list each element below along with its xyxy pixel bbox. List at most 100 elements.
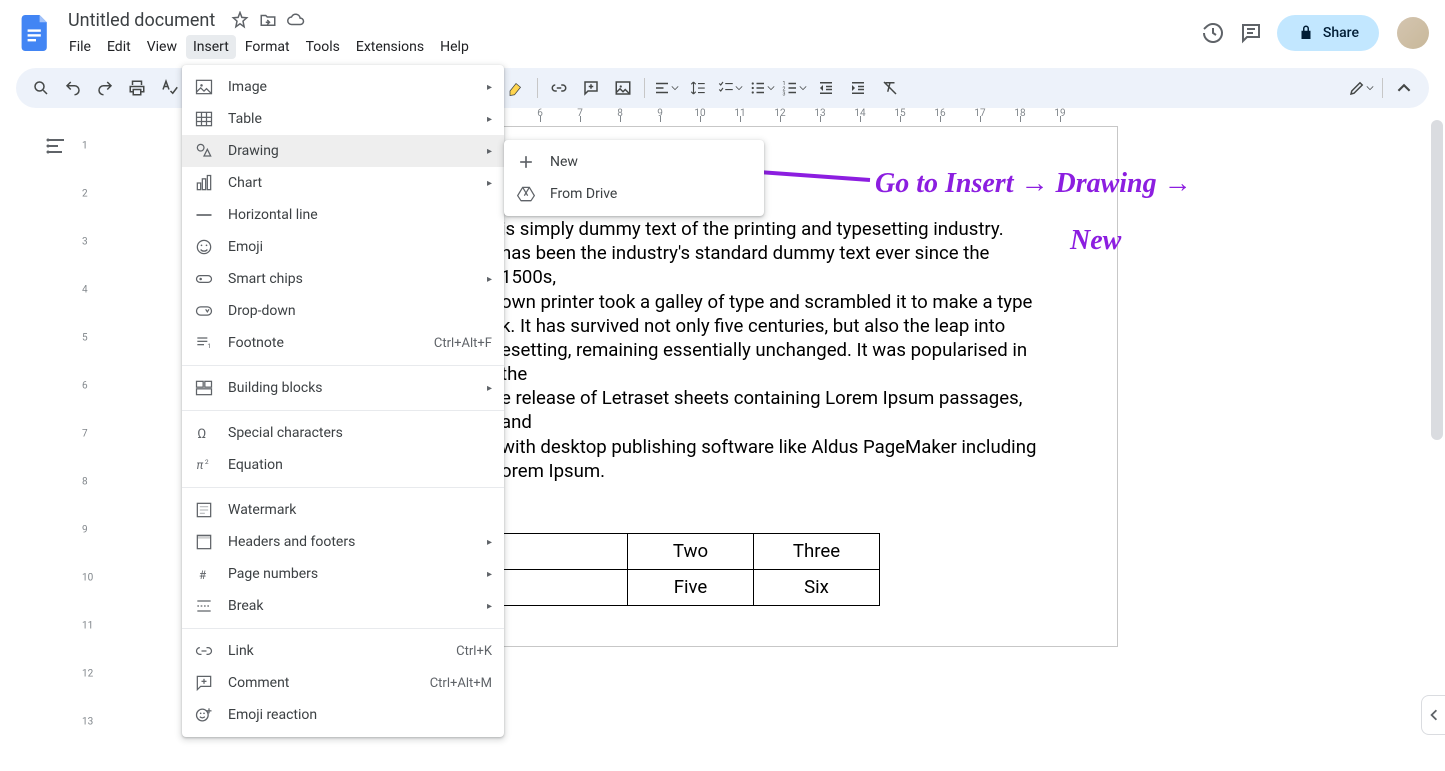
submenu-arrow-icon: ▸ — [487, 537, 492, 548]
drawing-icon — [194, 141, 214, 161]
insert-item-watermark[interactable]: Watermark — [182, 494, 504, 526]
comments-icon[interactable] — [1239, 21, 1263, 45]
menu-item-label: Special characters — [228, 425, 492, 441]
insert-item-page-numbers[interactable]: # Page numbers ▸ — [182, 558, 504, 590]
table-cell[interactable]: Six — [754, 569, 880, 605]
document-table[interactable]: TwoThreeFiveSix — [501, 533, 880, 606]
menu-item-label: Equation — [228, 457, 492, 473]
menu-edit[interactable]: Edit — [100, 35, 138, 59]
table-cell[interactable]: Two — [628, 533, 754, 569]
menu-view[interactable]: View — [140, 35, 184, 59]
clear-formatting-icon[interactable] — [875, 73, 905, 103]
menu-item-label: New — [550, 154, 752, 170]
insert-item-comment[interactable]: Comment Ctrl+Alt+M — [182, 667, 504, 699]
menu-help[interactable]: Help — [433, 35, 476, 59]
shortcut-label: Ctrl+Alt+M — [430, 676, 492, 691]
history-icon[interactable] — [1201, 21, 1225, 45]
submenu-arrow-icon: ▸ — [487, 569, 492, 580]
account-avatar[interactable] — [1397, 17, 1429, 49]
pi-icon: π2 — [194, 455, 214, 475]
document-paragraph[interactable]: is simply dummy text of the printing and… — [501, 217, 1045, 483]
move-folder-icon[interactable] — [259, 11, 277, 29]
submenu-arrow-icon: ▸ — [487, 274, 492, 285]
insert-item-smart-chips[interactable]: Smart chips ▸ — [182, 263, 504, 295]
search-menus-icon[interactable] — [26, 73, 56, 103]
svg-text:#: # — [199, 568, 207, 582]
table-cell[interactable]: Three — [754, 533, 880, 569]
menu-item-label: Emoji reaction — [228, 707, 492, 723]
menu-item-label: Comment — [228, 675, 416, 691]
share-button[interactable]: Share — [1277, 15, 1379, 51]
drawing-item-from-drive[interactable]: From Drive — [504, 178, 764, 210]
bulleted-list-icon[interactable] — [747, 73, 777, 103]
insert-item-horizontal-line[interactable]: Horizontal line — [182, 199, 504, 231]
table-cell[interactable] — [502, 533, 628, 569]
insert-item-headers-and-footers[interactable]: Headers and footers▸ — [182, 526, 504, 558]
add-comment-icon[interactable] — [576, 73, 606, 103]
menu-item-label: Building blocks — [228, 380, 473, 396]
decrease-indent-icon[interactable] — [811, 73, 841, 103]
menu-file[interactable]: File — [62, 35, 98, 59]
insert-item-image[interactable]: Image▸ — [182, 71, 504, 103]
vertical-ruler: 12345678910111213 — [80, 126, 98, 767]
insert-image-icon[interactable] — [608, 73, 638, 103]
document-title[interactable]: Untitled document — [62, 8, 221, 33]
highlight-icon[interactable] — [501, 73, 531, 103]
svg-text:1: 1 — [207, 342, 211, 350]
image-icon — [194, 77, 214, 97]
dropdown-icon — [194, 301, 214, 321]
menu-item-label: Watermark — [228, 502, 492, 518]
menu-extensions[interactable]: Extensions — [349, 35, 431, 59]
menu-item-label: Image — [228, 79, 473, 95]
menu-item-label: Page numbers — [228, 566, 473, 582]
insert-item-equation[interactable]: π2 Equation — [182, 449, 504, 481]
insert-item-building-blocks[interactable]: Building blocks ▸ — [182, 372, 504, 404]
footnote-icon: 1 — [194, 333, 214, 353]
star-icon[interactable] — [231, 11, 249, 29]
insert-item-link[interactable]: LinkCtrl+K — [182, 635, 504, 667]
collapse-toolbar-icon[interactable] — [1389, 73, 1419, 103]
insert-item-drop-down[interactable]: Drop-down — [182, 295, 504, 327]
align-icon[interactable] — [651, 73, 681, 103]
insert-item-emoji-reaction[interactable]: Emoji reaction — [182, 699, 504, 731]
docs-logo[interactable] — [16, 13, 56, 53]
menu-insert[interactable]: Insert — [186, 35, 236, 59]
increase-indent-icon[interactable] — [843, 73, 873, 103]
menu-item-label: Chart — [228, 175, 473, 191]
table-cell[interactable]: Five — [628, 569, 754, 605]
svg-text:2: 2 — [205, 458, 209, 466]
menu-item-label: Smart chips — [228, 271, 473, 287]
submenu-arrow-icon: ▸ — [487, 383, 492, 394]
drawing-item-new[interactable]: New — [504, 146, 764, 178]
insert-item-footnote[interactable]: 1FootnoteCtrl+Alt+F — [182, 327, 504, 359]
redo-icon[interactable] — [90, 73, 120, 103]
numbered-list-icon[interactable]: 123 — [779, 73, 809, 103]
svg-text:π: π — [197, 458, 204, 472]
insert-item-break[interactable]: Break▸ — [182, 590, 504, 622]
menu-format[interactable]: Format — [238, 35, 297, 59]
cloud-status-icon[interactable] — [287, 11, 305, 29]
editing-mode-icon[interactable] — [1346, 73, 1376, 103]
undo-icon[interactable] — [58, 73, 88, 103]
comment-icon — [194, 673, 214, 693]
line-spacing-icon[interactable] — [683, 73, 713, 103]
insert-link-icon[interactable] — [544, 73, 574, 103]
outline-toggle-icon[interactable] — [44, 134, 72, 162]
header-icon — [194, 532, 214, 552]
insert-item-table[interactable]: Table▸ — [182, 103, 504, 135]
submenu-arrow-icon: ▸ — [487, 178, 492, 189]
insert-item-special-characters[interactable]: ΩSpecial characters — [182, 417, 504, 449]
menu-tools[interactable]: Tools — [299, 35, 347, 59]
menubar: FileEditViewInsertFormatToolsExtensionsH… — [62, 35, 1201, 59]
print-icon[interactable] — [122, 73, 152, 103]
checklist-icon[interactable] — [715, 73, 745, 103]
insert-item-emoji[interactable]: Emoji — [182, 231, 504, 263]
insert-item-drawing[interactable]: Drawing▸ — [182, 135, 504, 167]
spellcheck-icon[interactable] — [154, 73, 184, 103]
menu-item-label: Break — [228, 598, 473, 614]
insert-item-chart[interactable]: Chart ▸ — [182, 167, 504, 199]
insert-menu-dropdown: Image▸Table▸Drawing▸Chart▸Horizontal lin… — [182, 65, 504, 737]
vertical-scrollbar[interactable] — [1431, 120, 1443, 769]
menu-item-label: Emoji — [228, 239, 492, 255]
table-cell[interactable] — [502, 569, 628, 605]
